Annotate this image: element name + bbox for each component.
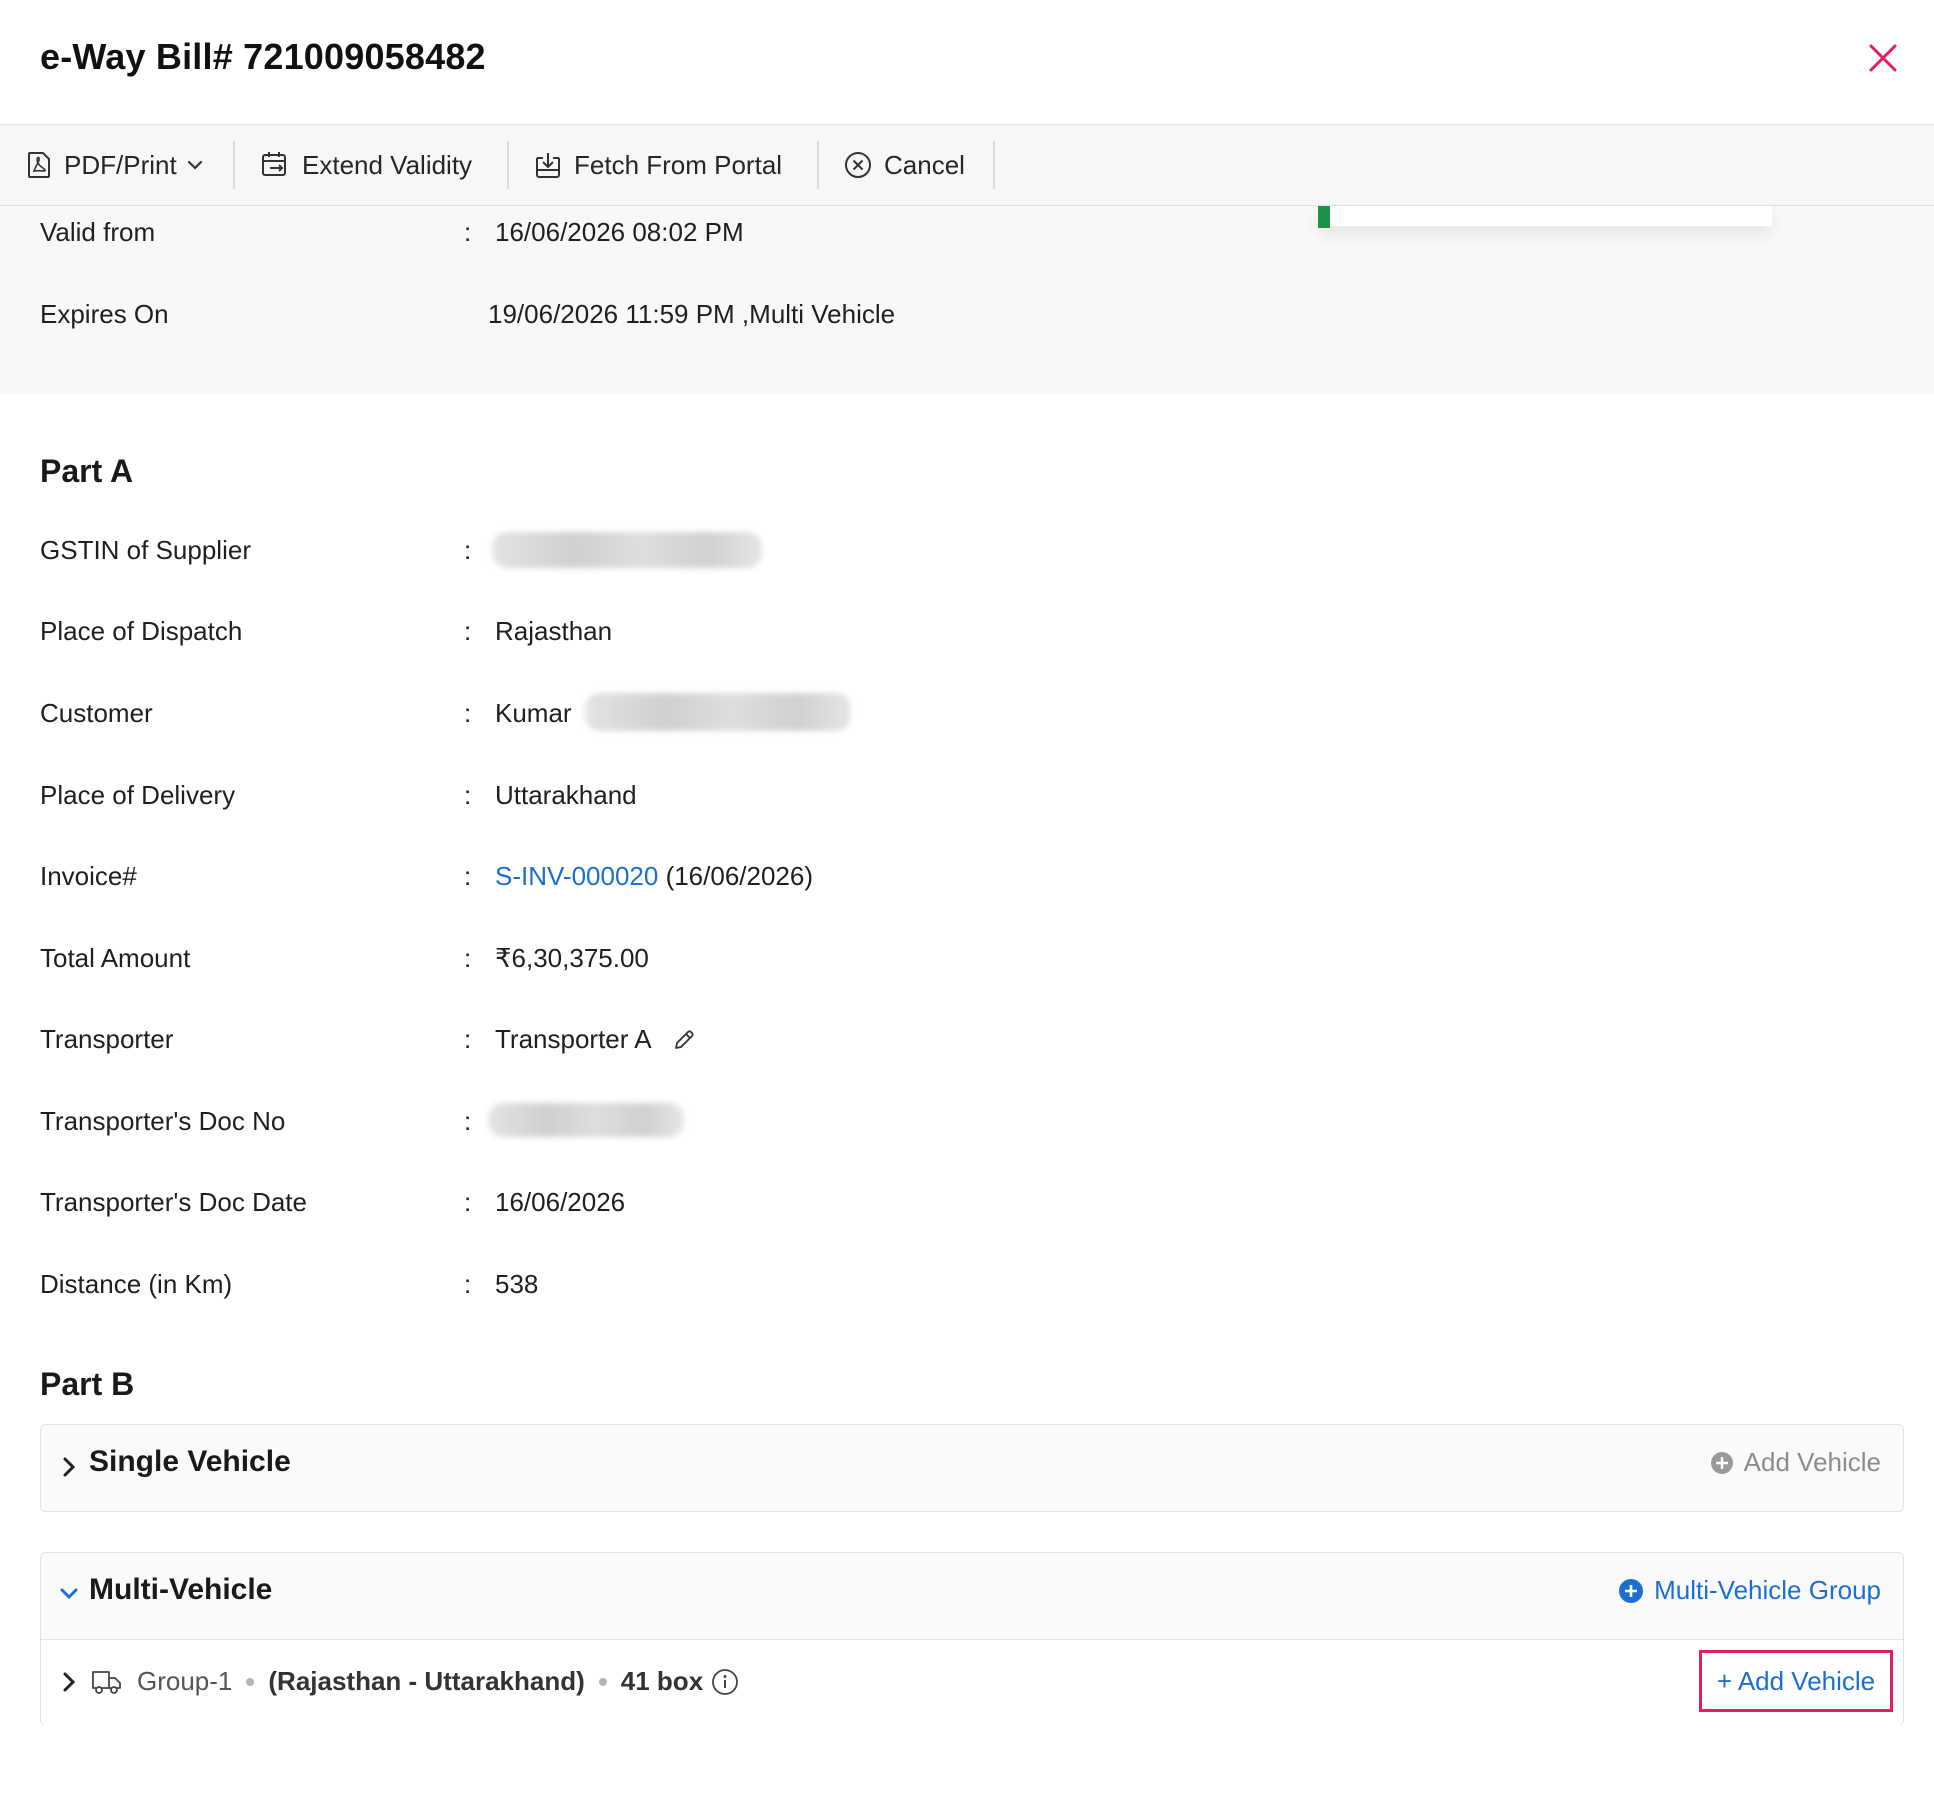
group-quantity: 41 box [620,1666,704,1696]
fetch-from-portal-button[interactable]: Fetch From Portal [534,125,782,205]
modal-header: e-Way Bill# 721009058482 [0,0,1934,125]
pdf-print-label: PDF/Print [64,149,177,180]
status-indicator [1318,206,1330,228]
extend-validity-label: Extend Validity [302,149,473,180]
transporter-label: Transporter [40,1024,174,1054]
distance-value: 538 [495,1269,539,1299]
colon: : [464,943,472,973]
invoice-label: Invoice# [40,861,137,891]
multi-vehicle-group-label: Multi-Vehicle Group [1654,1575,1881,1605]
pdf-print-button[interactable]: PDF/Print [26,125,203,205]
chevron-right-icon[interactable] [61,1455,77,1479]
expires-on-value: 19/06/2026 11:59 PM ,Multi Vehicle [488,299,896,329]
colon: : [464,698,472,728]
cancel-circle-icon [845,152,871,178]
customer-name-redacted [584,693,851,732]
pdf-icon [28,152,50,178]
validity-section [0,206,1934,394]
invoice-date: (16/06/2026) [665,861,814,891]
cancel-label: Cancel [884,149,965,180]
toolbar: PDF/Print Extend Validity Fetch From Por… [0,125,1934,206]
delivery-label: Place of Delivery [40,780,236,810]
colon: : [464,1187,472,1217]
transporter-value: Transporter A [495,1024,696,1055]
vehicle-group-row: Group-1 (Rajasthan - Uttarakhand) 41 box… [41,1639,1903,1726]
doc-no-value-redacted [488,1103,684,1138]
customer-label: Customer [40,698,153,728]
customer-value: Kumar [495,693,851,732]
expires-on-label: Expires On [40,299,169,329]
customer-name: Kumar [495,698,572,728]
separator-dot [598,1677,607,1686]
edit-pencil-icon[interactable] [672,1028,696,1052]
colon: : [464,1269,472,1299]
gstin-value-redacted [492,532,762,568]
valid-from-label: Valid from [40,217,156,247]
multi-vehicle-panel: Multi-Vehicle Multi-Vehicle Group Group-… [40,1552,1904,1726]
toolbar-divider [507,141,509,189]
colon: : [464,217,472,247]
colon: : [464,1106,472,1136]
part-a-title: Part A [40,453,134,489]
colon: : [464,780,472,810]
total-amount-value: ₹6,30,375.00 [495,943,649,973]
part-b-title: Part B [40,1366,135,1402]
multi-vehicle-title: Multi-Vehicle [89,1573,273,1606]
extend-validity-button[interactable]: Extend Validity [260,125,472,205]
single-add-vehicle-button[interactable]: Add Vehicle [1710,1447,1881,1478]
colon: : [464,1024,472,1054]
single-vehicle-header[interactable]: Single Vehicle Add Vehicle [41,1425,1903,1511]
total-amount-label: Total Amount [40,943,191,973]
distance-label: Distance (in Km) [40,1269,233,1299]
page-title: e-Way Bill# 721009058482 [40,36,486,77]
dispatch-label: Place of Dispatch [40,616,243,646]
doc-date-label: Transporter's Doc Date [40,1187,307,1217]
single-add-vehicle-label: Add Vehicle [1743,1447,1881,1477]
invoice-value: S-INV-000020 (16/06/2026) [495,861,813,892]
gstin-label: GSTIN of Supplier [40,535,251,565]
plus-circle-icon [1619,1578,1644,1603]
chevron-down-icon [187,160,202,170]
transporter-name: Transporter A [495,1024,652,1054]
colon: : [464,861,472,891]
cancel-button[interactable]: Cancel [844,125,965,205]
chevron-right-icon[interactable] [61,1670,77,1694]
invoice-link[interactable]: S-INV-000020 [495,861,658,891]
close-icon[interactable] [1865,40,1901,76]
toolbar-divider [233,141,235,189]
colon: : [464,535,472,565]
status-card [1318,206,1772,226]
download-icon [536,153,560,178]
vehicle-group-summary: Group-1 (Rajasthan - Uttarakhand) 41 box [137,1666,739,1697]
toolbar-divider [993,141,995,189]
info-icon[interactable] [711,1668,739,1696]
truck-icon [92,1671,121,1694]
valid-from-value: 16/06/2026 08:02 PM [495,217,744,247]
group-route: (Rajasthan - Uttarakhand) [268,1666,585,1696]
doc-date-value: 16/06/2026 [495,1187,626,1217]
separator-dot [246,1677,255,1686]
fetch-from-portal-label: Fetch From Portal [574,149,783,180]
plus-circle-icon [1710,1451,1733,1474]
toolbar-divider [817,141,819,189]
colon: : [464,616,472,646]
group-name: Group-1 [137,1666,233,1696]
single-vehicle-panel: Single Vehicle Add Vehicle [40,1424,1904,1512]
delivery-value: Uttarakhand [495,780,637,810]
doc-no-label: Transporter's Doc No [40,1106,286,1136]
multi-vehicle-header[interactable]: Multi-Vehicle Multi-Vehicle Group [41,1553,1903,1639]
single-vehicle-title: Single Vehicle [89,1445,291,1478]
multi-vehicle-group-button[interactable]: Multi-Vehicle Group [1618,1575,1881,1606]
calendar-refresh-icon [262,152,286,176]
chevron-down-icon[interactable] [59,1587,79,1601]
dispatch-value: Rajasthan [495,616,613,646]
group-add-vehicle-button[interactable]: + Add Vehicle [1699,1650,1893,1712]
